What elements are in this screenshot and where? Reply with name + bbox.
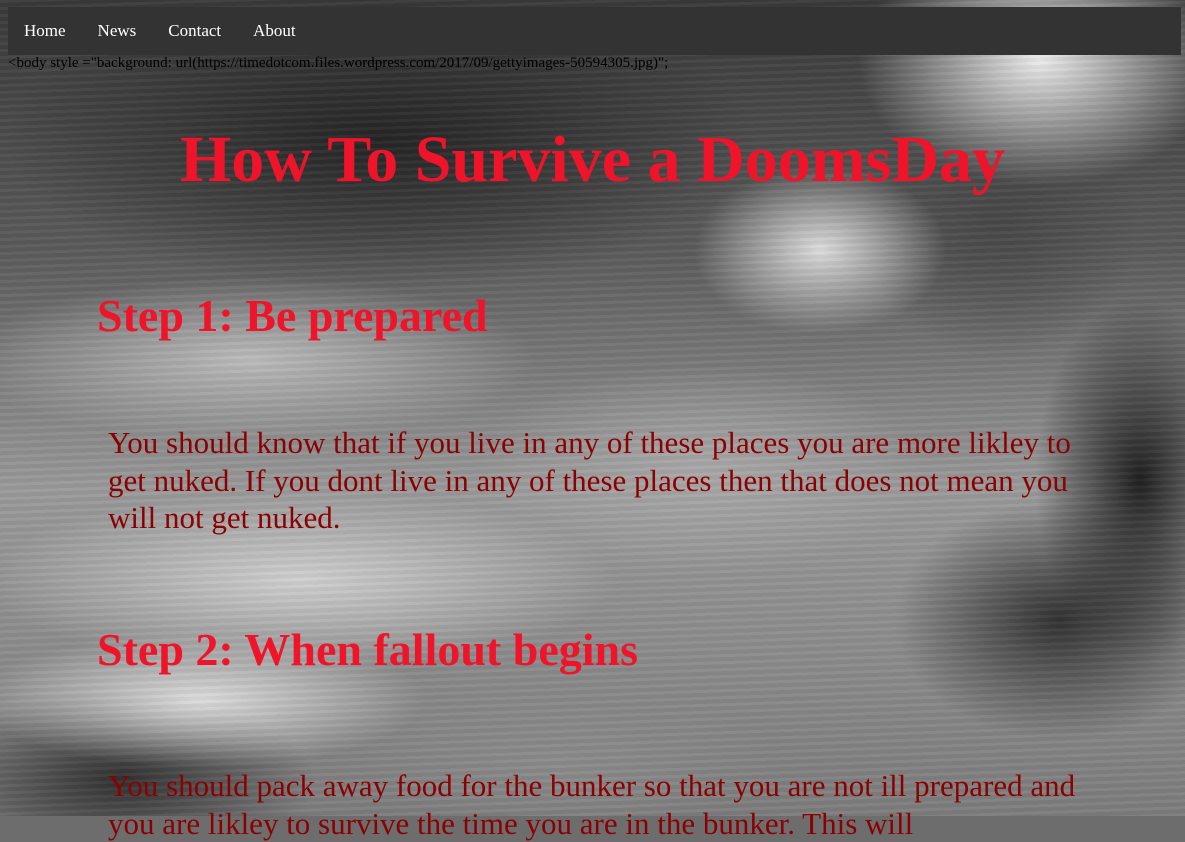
stray-body-tag-text: <body style ="background: url(https://ti… bbox=[8, 55, 669, 71]
step-1-heading: Step 1: Be prepared bbox=[97, 290, 488, 341]
step-2-heading: Step 2: When fallout begins bbox=[97, 624, 639, 675]
nav-link-news[interactable]: News bbox=[82, 7, 153, 55]
nav-link-home[interactable]: Home bbox=[8, 7, 82, 55]
nav-link-contact[interactable]: Contact bbox=[152, 7, 237, 55]
page-title: How To Survive a DoomsDay bbox=[179, 123, 1006, 196]
step-1-text: You should know that if you live in any … bbox=[108, 425, 1071, 535]
nav-link-about[interactable]: About bbox=[237, 7, 312, 55]
top-navbar: Home News Contact About bbox=[8, 7, 1181, 55]
step-2-text: You should pack away food for the bunker… bbox=[108, 768, 1076, 841]
